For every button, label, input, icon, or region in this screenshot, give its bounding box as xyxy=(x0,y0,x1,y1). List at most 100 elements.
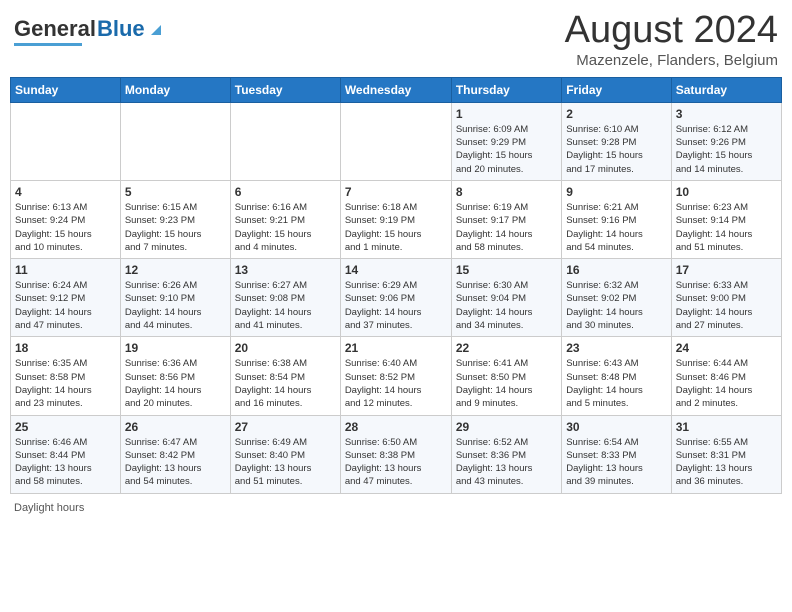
calendar-cell: 10 Sunrise: 6:23 AM Sunset: 9:14 PM Dayli… xyxy=(671,180,781,258)
day-info: Sunrise: 6:29 AM Sunset: 9:06 PM Dayligh… xyxy=(345,279,447,332)
day-number: 19 xyxy=(125,341,226,355)
day-number: 28 xyxy=(345,420,447,434)
day-number: 6 xyxy=(235,185,336,199)
day-number: 9 xyxy=(566,185,666,199)
logo: General Blue xyxy=(14,16,165,46)
day-info: Sunrise: 6:40 AM Sunset: 8:52 PM Dayligh… xyxy=(345,357,447,410)
day-number: 14 xyxy=(345,263,447,277)
day-info: Sunrise: 6:33 AM Sunset: 9:00 PM Dayligh… xyxy=(676,279,777,332)
day-number: 24 xyxy=(676,341,777,355)
day-number: 27 xyxy=(235,420,336,434)
calendar-cell: 19 Sunrise: 6:36 AM Sunset: 8:56 PM Dayli… xyxy=(120,337,230,415)
logo-underline xyxy=(14,43,82,46)
day-number: 20 xyxy=(235,341,336,355)
calendar-cell: 14 Sunrise: 6:29 AM Sunset: 9:06 PM Dayli… xyxy=(340,259,451,337)
day-info: Sunrise: 6:18 AM Sunset: 9:19 PM Dayligh… xyxy=(345,201,447,254)
day-info: Sunrise: 6:46 AM Sunset: 8:44 PM Dayligh… xyxy=(15,436,116,489)
day-number: 17 xyxy=(676,263,777,277)
day-number: 22 xyxy=(456,341,557,355)
title-block: August 2024 Mazenzele, Flanders, Belgium xyxy=(565,10,778,69)
day-number: 23 xyxy=(566,341,666,355)
day-number: 10 xyxy=(676,185,777,199)
day-number: 16 xyxy=(566,263,666,277)
day-header-friday: Friday xyxy=(562,77,671,102)
day-info: Sunrise: 6:16 AM Sunset: 9:21 PM Dayligh… xyxy=(235,201,336,254)
day-info: Sunrise: 6:52 AM Sunset: 8:36 PM Dayligh… xyxy=(456,436,557,489)
day-number: 15 xyxy=(456,263,557,277)
logo-blue: Blue xyxy=(97,16,145,42)
calendar-cell xyxy=(340,102,451,180)
day-info: Sunrise: 6:23 AM Sunset: 9:14 PM Dayligh… xyxy=(676,201,777,254)
calendar-cell: 27 Sunrise: 6:49 AM Sunset: 8:40 PM Dayli… xyxy=(230,415,340,493)
calendar-cell: 16 Sunrise: 6:32 AM Sunset: 9:02 PM Dayli… xyxy=(562,259,671,337)
day-info: Sunrise: 6:12 AM Sunset: 9:26 PM Dayligh… xyxy=(676,123,777,176)
page-header: General Blue August 2024 Mazenzele, Flan… xyxy=(10,10,782,69)
day-info: Sunrise: 6:30 AM Sunset: 9:04 PM Dayligh… xyxy=(456,279,557,332)
calendar-cell: 3 Sunrise: 6:12 AM Sunset: 9:26 PM Daylig… xyxy=(671,102,781,180)
day-number: 12 xyxy=(125,263,226,277)
footer-text: Daylight hours xyxy=(14,502,84,514)
footer: Daylight hours xyxy=(10,502,782,514)
day-number: 2 xyxy=(566,107,666,121)
day-header-wednesday: Wednesday xyxy=(340,77,451,102)
day-number: 4 xyxy=(15,185,116,199)
day-info: Sunrise: 6:47 AM Sunset: 8:42 PM Dayligh… xyxy=(125,436,226,489)
calendar-cell: 1 Sunrise: 6:09 AM Sunset: 9:29 PM Daylig… xyxy=(451,102,561,180)
day-info: Sunrise: 6:41 AM Sunset: 8:50 PM Dayligh… xyxy=(456,357,557,410)
day-number: 7 xyxy=(345,185,447,199)
day-header-tuesday: Tuesday xyxy=(230,77,340,102)
day-info: Sunrise: 6:44 AM Sunset: 8:46 PM Dayligh… xyxy=(676,357,777,410)
calendar-cell: 2 Sunrise: 6:10 AM Sunset: 9:28 PM Daylig… xyxy=(562,102,671,180)
day-number: 29 xyxy=(456,420,557,434)
day-info: Sunrise: 6:36 AM Sunset: 8:56 PM Dayligh… xyxy=(125,357,226,410)
calendar-cell xyxy=(11,102,121,180)
calendar-cell xyxy=(120,102,230,180)
day-info: Sunrise: 6:26 AM Sunset: 9:10 PM Dayligh… xyxy=(125,279,226,332)
day-info: Sunrise: 6:13 AM Sunset: 9:24 PM Dayligh… xyxy=(15,201,116,254)
calendar-cell: 25 Sunrise: 6:46 AM Sunset: 8:44 PM Dayli… xyxy=(11,415,121,493)
day-info: Sunrise: 6:35 AM Sunset: 8:58 PM Dayligh… xyxy=(15,357,116,410)
calendar-cell xyxy=(230,102,340,180)
day-number: 25 xyxy=(15,420,116,434)
calendar-cell: 17 Sunrise: 6:33 AM Sunset: 9:00 PM Dayli… xyxy=(671,259,781,337)
day-info: Sunrise: 6:09 AM Sunset: 9:29 PM Dayligh… xyxy=(456,123,557,176)
day-header-saturday: Saturday xyxy=(671,77,781,102)
calendar-cell: 30Sunrise: 6:54 AM Sunset: 8:33 PM Dayli… xyxy=(562,415,671,493)
calendar-cell: 21 Sunrise: 6:40 AM Sunset: 8:52 PM Dayli… xyxy=(340,337,451,415)
calendar-cell: 8Sunrise: 6:19 AM Sunset: 9:17 PM Daylig… xyxy=(451,180,561,258)
day-info: Sunrise: 6:24 AM Sunset: 9:12 PM Dayligh… xyxy=(15,279,116,332)
calendar-cell: 26 Sunrise: 6:47 AM Sunset: 8:42 PM Dayli… xyxy=(120,415,230,493)
month-title: August 2024 xyxy=(565,10,778,52)
calendar-cell: 11 Sunrise: 6:24 AM Sunset: 9:12 PM Dayli… xyxy=(11,259,121,337)
day-number: 26 xyxy=(125,420,226,434)
day-number: 3 xyxy=(676,107,777,121)
day-number: 1 xyxy=(456,107,557,121)
day-info: Sunrise: 6:55 AM Sunset: 8:31 PM Dayligh… xyxy=(676,436,777,489)
calendar-cell: 22 Sunrise: 6:41 AM Sunset: 8:50 PM Dayli… xyxy=(451,337,561,415)
day-number: 11 xyxy=(15,263,116,277)
day-info: Sunrise: 6:49 AM Sunset: 8:40 PM Dayligh… xyxy=(235,436,336,489)
day-header-monday: Monday xyxy=(120,77,230,102)
calendar-table: SundayMondayTuesdayWednesdayThursdayFrid… xyxy=(10,77,782,494)
day-info: Sunrise: 6:32 AM Sunset: 9:02 PM Dayligh… xyxy=(566,279,666,332)
day-number: 8 xyxy=(456,185,557,199)
calendar-cell: 9Sunrise: 6:21 AM Sunset: 9:16 PM Daylig… xyxy=(562,180,671,258)
day-number: 31 xyxy=(676,420,777,434)
day-info: Sunrise: 6:43 AM Sunset: 8:48 PM Dayligh… xyxy=(566,357,666,410)
day-info: Sunrise: 6:38 AM Sunset: 8:54 PM Dayligh… xyxy=(235,357,336,410)
logo-arrow-icon xyxy=(147,21,165,39)
day-info: Sunrise: 6:10 AM Sunset: 9:28 PM Dayligh… xyxy=(566,123,666,176)
day-number: 30 xyxy=(566,420,666,434)
day-number: 21 xyxy=(345,341,447,355)
day-number: 13 xyxy=(235,263,336,277)
day-header-thursday: Thursday xyxy=(451,77,561,102)
day-number: 5 xyxy=(125,185,226,199)
calendar-cell: 23 Sunrise: 6:43 AM Sunset: 8:48 PM Dayli… xyxy=(562,337,671,415)
calendar-cell: 18 Sunrise: 6:35 AM Sunset: 8:58 PM Dayli… xyxy=(11,337,121,415)
day-info: Sunrise: 6:50 AM Sunset: 8:38 PM Dayligh… xyxy=(345,436,447,489)
logo-general: General xyxy=(14,16,96,42)
calendar-cell: 4 Sunrise: 6:13 AM Sunset: 9:24 PM Daylig… xyxy=(11,180,121,258)
day-header-sunday: Sunday xyxy=(11,77,121,102)
day-number: 18 xyxy=(15,341,116,355)
calendar-cell: 28 Sunrise: 6:50 AM Sunset: 8:38 PM Dayli… xyxy=(340,415,451,493)
